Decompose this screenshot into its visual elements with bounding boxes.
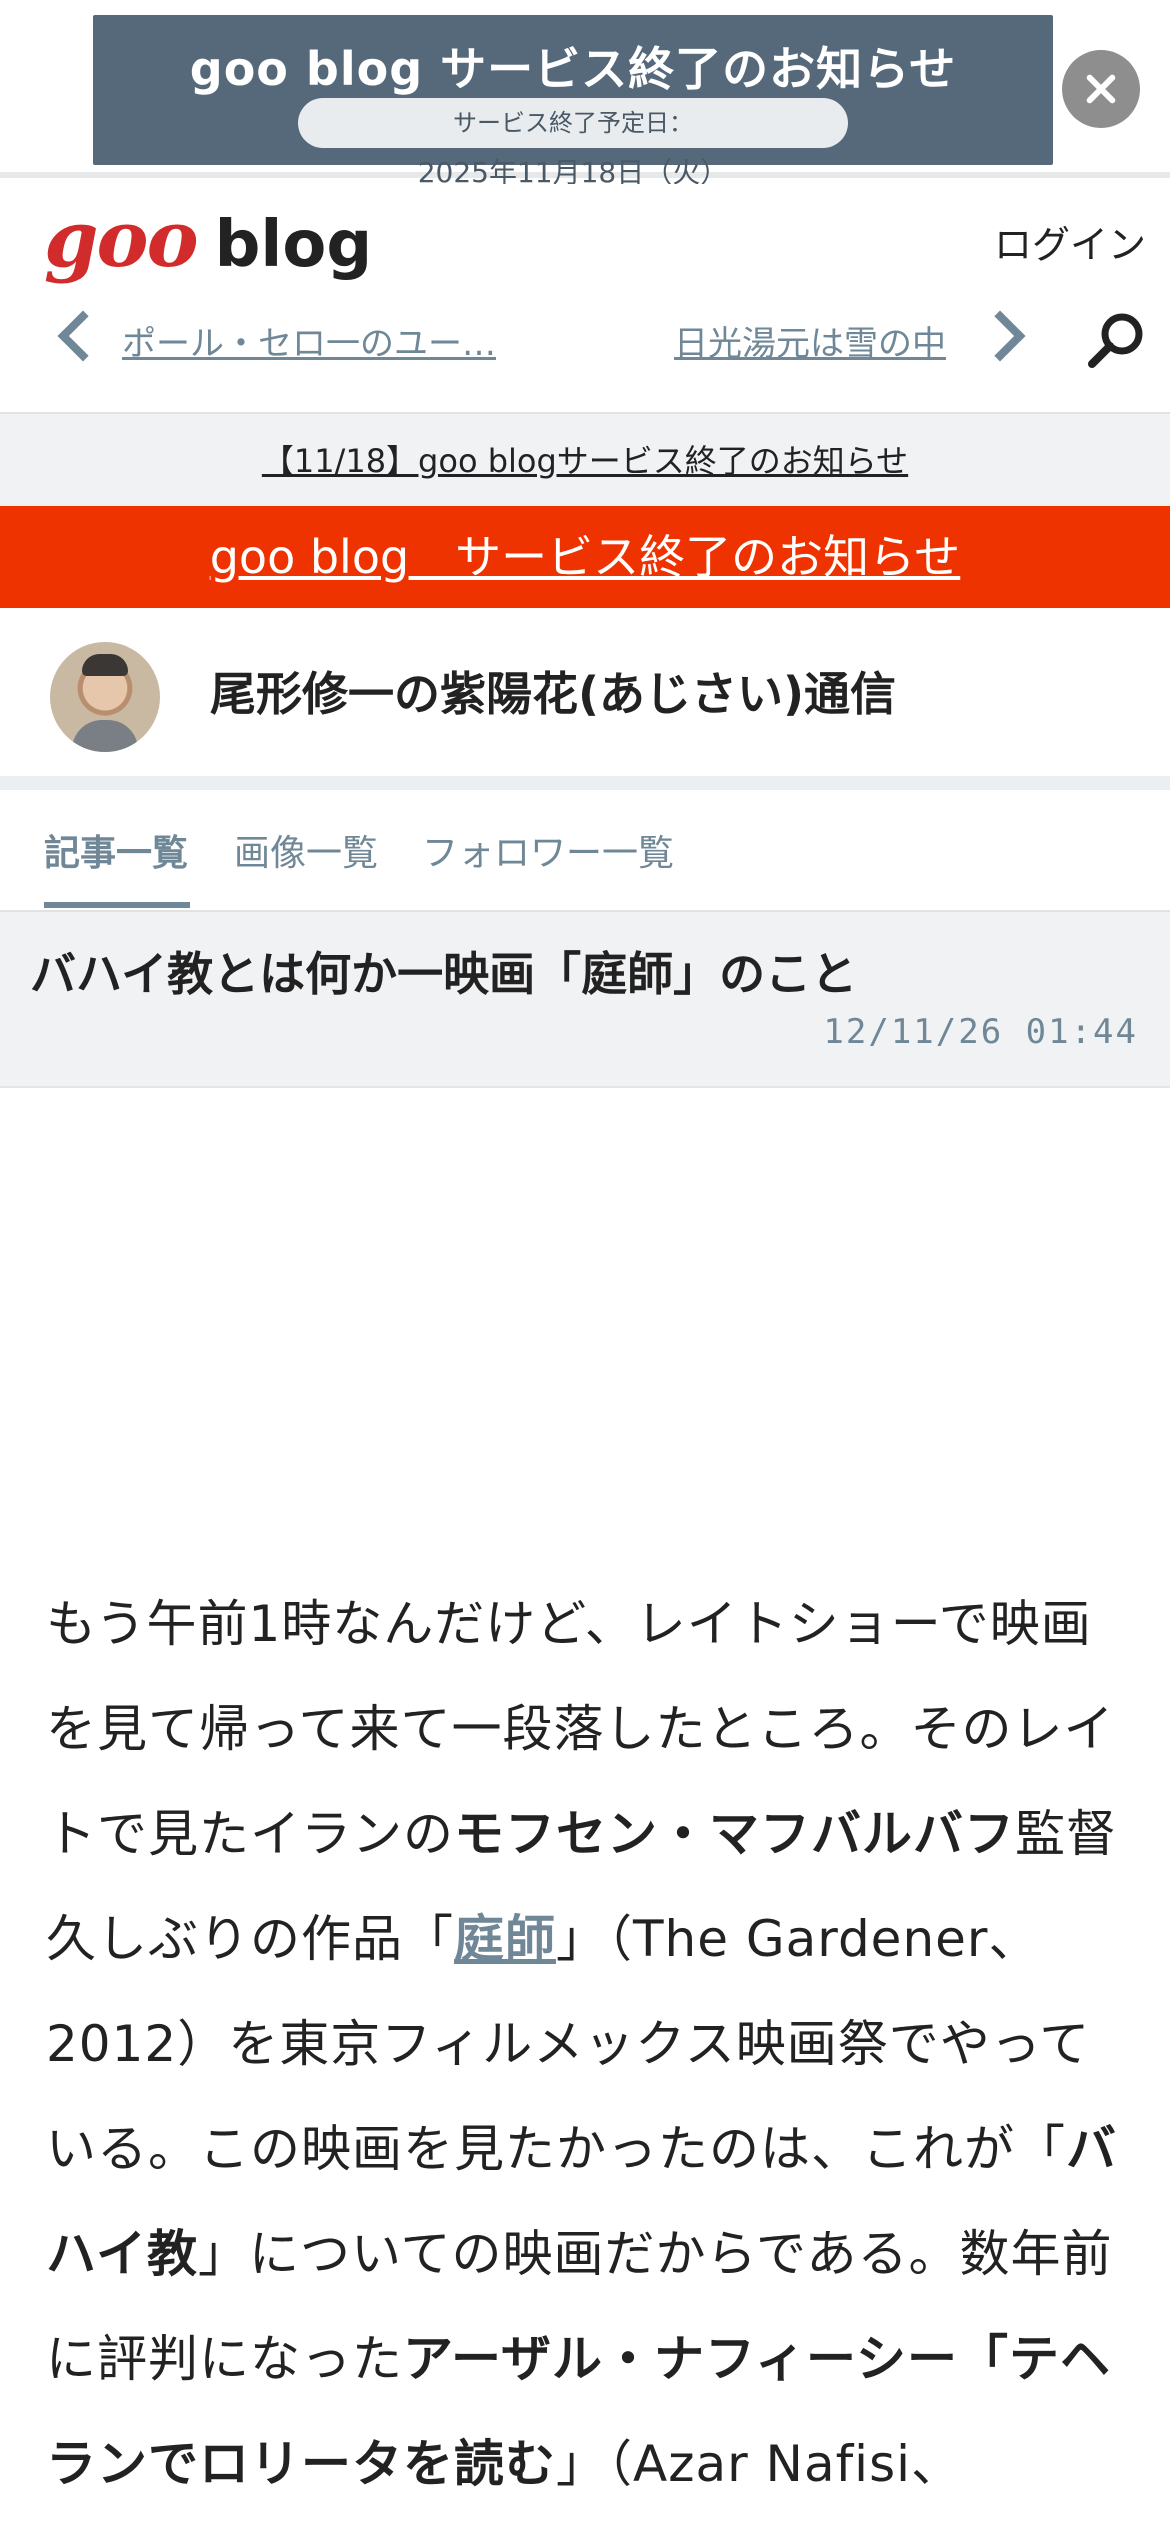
banner-end-date-pill: サービス終了予定日：2025年11月18日（火） bbox=[298, 98, 848, 189]
login-link[interactable]: ログイン bbox=[994, 214, 1146, 269]
article-body: もう午前1時なんだけど、レイトショーで映画を見て帰って来て一段落したところ。その… bbox=[46, 1572, 1136, 2517]
tab-followers[interactable]: フォロワー一覧 bbox=[422, 824, 674, 876]
blog-tabs: 記事一覧 画像一覧 フォロワー一覧 bbox=[0, 790, 1170, 912]
tab-articles[interactable]: 記事一覧 bbox=[44, 824, 188, 876]
active-tab-indicator bbox=[44, 902, 190, 908]
prev-article-link[interactable]: ポール・セロ一のユー… bbox=[122, 316, 496, 365]
divider bbox=[0, 776, 1170, 790]
goo-blog-logo[interactable]: goo blog bbox=[44, 194, 373, 285]
logo-goo-text: goo bbox=[44, 194, 199, 285]
notice-link[interactable]: 【11/18】goo blogサービス終了のお知らせ bbox=[262, 442, 908, 480]
logo-blog-text: blog bbox=[214, 208, 373, 282]
banner-title: goo blog サービス終了のお知らせ bbox=[189, 42, 957, 96]
close-icon[interactable] bbox=[1062, 50, 1140, 128]
service-end-red-banner[interactable]: goo blog サービス終了のお知らせ bbox=[0, 506, 1170, 608]
tab-images[interactable]: 画像一覧 bbox=[234, 824, 378, 876]
service-end-ad-banner: goo blog サービス終了のお知らせ サービス終了予定日：2025年11月1… bbox=[0, 0, 1170, 189]
blog-title[interactable]: 尾形修一の紫陽花(あじさい)通信 bbox=[210, 658, 896, 724]
article-title: バハイ教とは何か一映画「庭師」のこと bbox=[30, 947, 858, 1001]
article-date: 12/11/26 01:44 bbox=[823, 1012, 1138, 1052]
avatar[interactable] bbox=[50, 642, 160, 752]
service-end-banner-card[interactable]: goo blog サービス終了のお知らせ サービス終了予定日：2025年11月1… bbox=[93, 15, 1053, 189]
red-banner-link[interactable]: goo blog サービス終了のお知らせ bbox=[210, 530, 961, 584]
chevron-right-icon[interactable] bbox=[974, 310, 1026, 362]
next-article-link[interactable]: 日光湯元は雪の中 bbox=[674, 316, 946, 365]
article-nav: ポール・セロ一のユー… 日光湯元は雪の中 bbox=[0, 304, 1170, 384]
service-end-notice[interactable]: 【11/18】goo blogサービス終了のお知らせ bbox=[0, 412, 1170, 506]
article-header: バハイ教とは何か一映画「庭師」のこと 12/11/26 01:44 bbox=[0, 912, 1170, 1088]
body-text: 」（Azar Nafisi、 bbox=[556, 2435, 963, 2493]
chevron-left-icon[interactable] bbox=[57, 310, 109, 362]
search-icon[interactable] bbox=[1084, 308, 1148, 372]
site-header: goo blog ログイン ポール・セロ一のユー… 日光湯元は雪の中 bbox=[0, 184, 1170, 412]
film-link-gardener[interactable]: 庭師 bbox=[454, 1910, 556, 1968]
body-bold-director: モフセン・マフバルバフ bbox=[454, 1805, 1015, 1863]
banner-pill-label: サービス終了予定日： bbox=[453, 109, 693, 137]
blog-header: 尾形修一の紫陽花(あじさい)通信 bbox=[0, 608, 1170, 776]
